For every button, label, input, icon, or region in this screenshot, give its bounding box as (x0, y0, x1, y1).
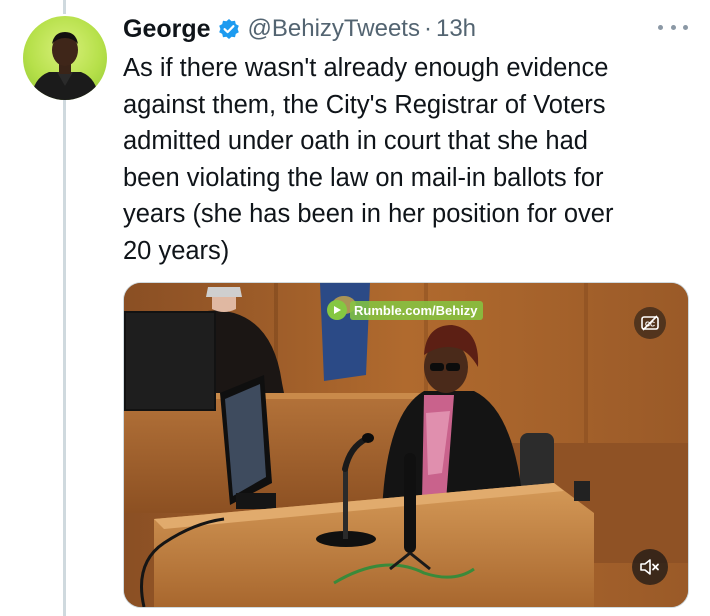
video-frame-courtroom (124, 283, 688, 607)
tweet[interactable]: George @BehizyTweets · 13h As if there w… (0, 0, 710, 616)
avatar[interactable] (23, 16, 107, 100)
tweet-text-line: 20 years) (123, 236, 230, 265)
thread-line (63, 100, 66, 616)
tweet-text-line: admitted under oath in court that she ha… (123, 127, 588, 155)
closed-captions-off-icon[interactable]: CC (634, 307, 666, 339)
avatar-image (31, 32, 99, 100)
more-dot (658, 24, 663, 30)
tweet-text-line: been violating the law on mail-in ballot… (123, 163, 604, 192)
video-player[interactable]: Rumble.com/Behizy CC (123, 282, 689, 608)
tweet-text-line: As if there wasn't already enough eviden… (123, 54, 609, 82)
volume-muted-icon[interactable] (632, 549, 668, 585)
tweet-header: George @BehizyTweets · 13h (123, 11, 476, 47)
more-dot (670, 24, 676, 30)
rumble-watermark: Rumble.com/Behizy (327, 299, 483, 321)
tweet-text-line: years (she has been in her position for … (123, 200, 614, 228)
thread-line-top (63, 0, 66, 14)
tweet-text: As if there wasn't already enough eviden… (123, 50, 683, 269)
verified-badge-icon (218, 18, 240, 40)
more-options-icon[interactable] (658, 20, 688, 34)
watermark-text: Rumble.com/Behizy (350, 300, 483, 320)
tweet-text-line: against them, the City's Registrar of Vo… (123, 90, 606, 119)
separator-dot: · (423, 15, 432, 42)
more-dot (683, 24, 688, 30)
rumble-play-icon (327, 300, 347, 320)
author-name[interactable]: George (123, 15, 211, 44)
author-handle[interactable]: @BehizyTweets (248, 15, 420, 43)
tweet-timestamp[interactable]: 13h (436, 15, 476, 43)
